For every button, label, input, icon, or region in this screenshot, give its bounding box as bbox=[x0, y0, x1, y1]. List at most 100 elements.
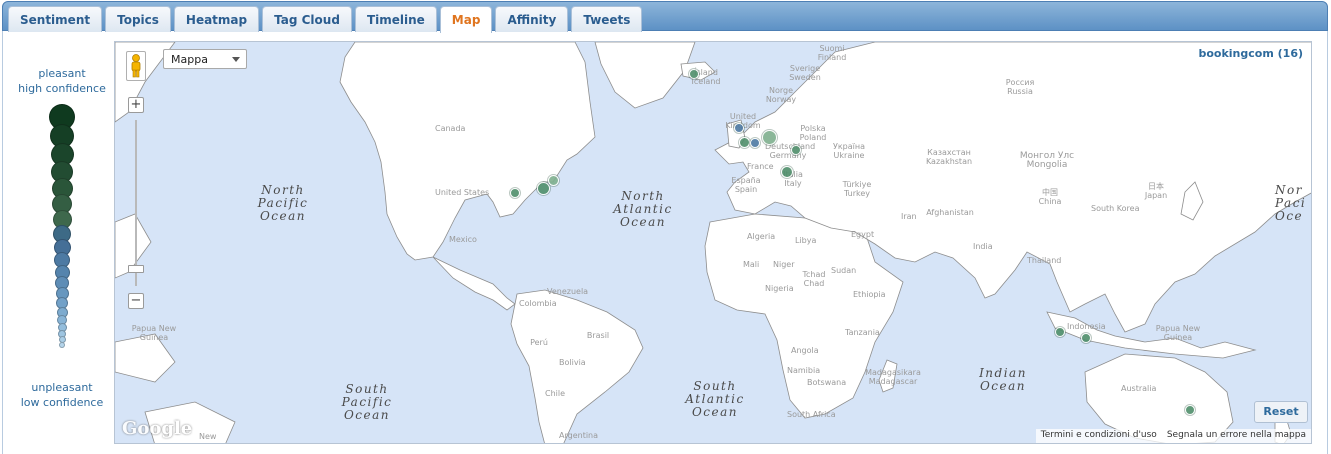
label-papua-new-guinea-left: Papua New Guinea bbox=[131, 324, 177, 342]
map-marker[interactable] bbox=[548, 175, 559, 186]
label-sudan: Sudan bbox=[831, 266, 857, 275]
label-papua-new-guinea: Papua New Guinea bbox=[1155, 324, 1201, 342]
label-turkey: Türkiye Turkey bbox=[842, 180, 872, 198]
label-nigeria: Nigeria bbox=[765, 284, 794, 293]
pegman-icon bbox=[131, 54, 141, 78]
zoom-slider-track[interactable] bbox=[135, 120, 137, 286]
tab-tweets[interactable]: Tweets bbox=[571, 6, 643, 32]
map-type-value: Mappa bbox=[171, 53, 208, 66]
tab-timeline[interactable]: Timeline bbox=[354, 6, 437, 32]
map-marker[interactable] bbox=[510, 188, 520, 198]
label-ethiopia: Ethiopia bbox=[853, 290, 886, 299]
label-south-pacific: South Pacific Ocean bbox=[341, 382, 393, 422]
tab-bar: Sentiment Topics Heatmap Tag Cloud Timeline M… bbox=[2, 1, 1328, 33]
tab-list: Sentiment Topics Heatmap Tag Cloud Timeline M… bbox=[8, 6, 643, 33]
map-marker[interactable] bbox=[1185, 405, 1195, 415]
zoom-in-button[interactable]: + bbox=[128, 97, 144, 113]
label-indonesia: Indonesia bbox=[1067, 322, 1106, 331]
label-canada: Canada bbox=[435, 124, 466, 133]
map-marker[interactable] bbox=[537, 182, 550, 195]
label-algeria: Algeria bbox=[747, 232, 776, 241]
label-mongolia: Монгол Улс Mongolia bbox=[1019, 151, 1075, 170]
label-egypt: Egypt bbox=[851, 230, 875, 239]
query-count-label: bookingcom (16) bbox=[1198, 47, 1303, 60]
label-chile: Chile bbox=[545, 389, 566, 398]
label-angola: Angola bbox=[791, 346, 819, 355]
tab-topics[interactable]: Topics bbox=[105, 6, 171, 32]
label-iran: Iran bbox=[901, 212, 917, 221]
label-south-africa: South Africa bbox=[787, 410, 836, 419]
label-north-pacific-right: Nor Paci Oce bbox=[1275, 183, 1307, 223]
label-germany: Deutschland Germany bbox=[765, 142, 816, 160]
legend-dot bbox=[59, 342, 65, 349]
map-marker[interactable] bbox=[734, 123, 744, 133]
map-marker[interactable] bbox=[750, 138, 760, 148]
label-spain: España Spain bbox=[731, 176, 761, 194]
label-ukraine: Україна Ukraine bbox=[832, 142, 866, 160]
label-norway: Norge Norway bbox=[765, 86, 797, 104]
reset-button[interactable]: Reset bbox=[1254, 401, 1308, 423]
label-chad: Tchad Chad bbox=[802, 270, 826, 288]
sentiment-legend: pleasant high confidence unpleasant low … bbox=[12, 66, 112, 409]
map-marker[interactable] bbox=[1055, 327, 1065, 337]
label-bolivia: Bolivia bbox=[559, 358, 586, 367]
label-north-pacific: North Pacific Ocean bbox=[257, 183, 309, 223]
tab-affinity[interactable]: Affinity bbox=[495, 6, 569, 32]
legend-high-confidence: high confidence bbox=[18, 82, 106, 95]
label-sweden: Sverige Sweden bbox=[789, 64, 821, 82]
map-footer: Termini e condizioni d'uso Segnala un er… bbox=[1035, 429, 1311, 443]
label-kazakhstan: Казахстан Kazakhstan bbox=[925, 148, 973, 166]
label-france: France bbox=[747, 162, 774, 171]
label-japan: 日本 Japan bbox=[1144, 182, 1168, 200]
label-libya: Libya bbox=[795, 236, 817, 245]
terms-link[interactable]: Termini e condizioni d'uso bbox=[1041, 430, 1157, 442]
label-poland: Polska Poland bbox=[799, 124, 827, 142]
chevron-down-icon bbox=[232, 57, 240, 62]
label-thailand: Thailand bbox=[1027, 256, 1062, 265]
label-australia: Australia bbox=[1121, 384, 1157, 393]
map-marker[interactable] bbox=[1081, 333, 1091, 343]
map-marker[interactable] bbox=[781, 166, 793, 178]
legend-top-label: pleasant high confidence bbox=[12, 66, 112, 96]
report-error-link[interactable]: Segnala un errore nella mappa bbox=[1167, 430, 1306, 442]
legend-dot-scale bbox=[12, 104, 112, 374]
label-mexico: Mexico bbox=[449, 235, 477, 244]
google-logo: Google bbox=[122, 418, 193, 439]
label-tanzania: Tanzania bbox=[845, 328, 880, 337]
street-view-pegman[interactable] bbox=[126, 51, 146, 81]
label-north-atlantic: North Atlantic Ocean bbox=[613, 189, 673, 229]
label-south-korea: South Korea bbox=[1091, 204, 1140, 213]
map-type-select[interactable]: Mappa bbox=[163, 49, 247, 69]
zoom-out-button[interactable]: − bbox=[128, 293, 144, 309]
legend-bottom-label: unpleasant low confidence bbox=[12, 380, 112, 410]
label-niger: Niger bbox=[773, 260, 795, 269]
label-afghanistan: Afghanistan bbox=[926, 208, 974, 217]
label-indian-ocean: Indian Ocean bbox=[979, 366, 1027, 393]
label-mali: Mali bbox=[743, 260, 760, 269]
label-madagascar: Madagasikara Madagascar bbox=[865, 368, 921, 386]
legend-pleasant: pleasant bbox=[38, 67, 86, 80]
tab-heatmap[interactable]: Heatmap bbox=[173, 6, 260, 32]
label-namibia: Namibia bbox=[787, 366, 821, 375]
label-brasil: Brasil bbox=[586, 331, 610, 340]
label-peru: Perú bbox=[530, 338, 548, 347]
map-marker[interactable] bbox=[791, 145, 801, 155]
zoom-slider-handle[interactable] bbox=[128, 265, 144, 273]
tab-sentiment[interactable]: Sentiment bbox=[8, 6, 103, 32]
legend-unpleasant: unpleasant bbox=[31, 381, 93, 394]
label-venezuela: Venezuela bbox=[547, 287, 589, 296]
label-colombia: Colombia bbox=[519, 299, 557, 308]
tab-tag-cloud[interactable]: Tag Cloud bbox=[262, 6, 352, 32]
map-marker[interactable] bbox=[689, 69, 699, 79]
tab-map[interactable]: Map bbox=[439, 6, 493, 33]
label-south-atlantic: South Atlantic Ocean bbox=[685, 379, 745, 419]
map-marker[interactable] bbox=[739, 137, 750, 148]
label-new: New bbox=[199, 432, 217, 441]
label-finland: Suomi Finland bbox=[817, 44, 847, 62]
label-united-states: United States bbox=[435, 188, 490, 197]
map-marker[interactable] bbox=[762, 130, 777, 145]
world-map[interactable]: North Pacific Ocean North Atlantic Ocean Sou… bbox=[114, 41, 1312, 444]
label-china: 中国 China bbox=[1038, 188, 1062, 206]
label-argentina: Argentina bbox=[559, 431, 599, 440]
label-india: India bbox=[973, 242, 993, 251]
